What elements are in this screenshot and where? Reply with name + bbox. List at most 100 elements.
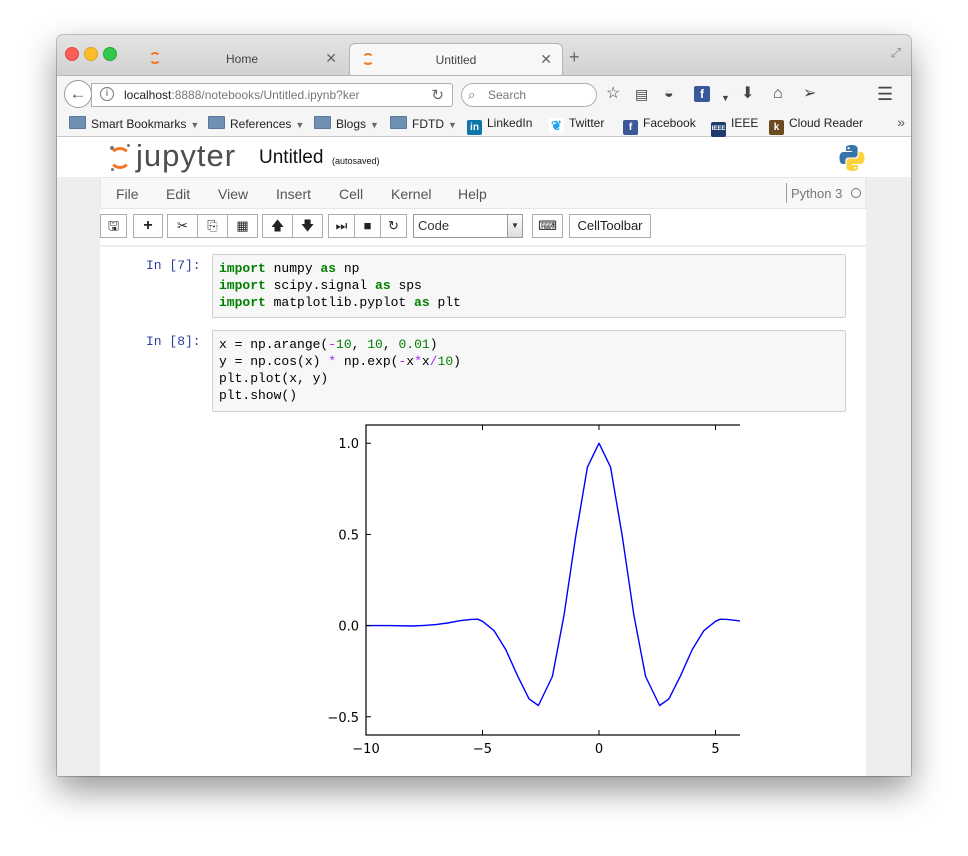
autosave-status: (autosaved) xyxy=(332,156,380,166)
x-tick-label: −10 xyxy=(352,742,379,757)
cut-button[interactable]: ✂ xyxy=(167,214,198,238)
code-line: import numpy as np xyxy=(219,261,360,276)
new-tab-button[interactable]: + xyxy=(569,48,580,66)
search-input[interactable]: ⌕ Search xyxy=(461,83,597,107)
menu-kernel[interactable]: Kernel xyxy=(391,186,431,202)
code-line: import scipy.signal as sps xyxy=(219,278,422,293)
navigation-bar: i localhost:8888/notebooks/Untitled.ipyn… xyxy=(57,75,911,112)
run-cell-button[interactable]: ⏭ xyxy=(328,214,355,238)
chevron-down-icon: ▼ xyxy=(448,120,457,130)
bookmark-linkedin[interactable]: in LinkedIn xyxy=(467,116,532,135)
keyboard-icon: ⌨ xyxy=(538,218,557,233)
tab-home[interactable]: Home ✕ xyxy=(137,43,347,75)
window-minimize-button[interactable] xyxy=(84,47,98,61)
restart-button[interactable]: ↻ xyxy=(380,214,407,238)
menu-help[interactable]: Help xyxy=(458,186,487,202)
folder-icon xyxy=(208,116,225,129)
menu-edit[interactable]: Edit xyxy=(166,186,190,202)
menu-file[interactable]: File xyxy=(116,186,139,202)
back-button[interactable]: ← xyxy=(64,80,92,108)
stop-icon: ■ xyxy=(363,218,372,233)
menu-icon[interactable]: ☰ xyxy=(877,85,893,103)
bookmark-twitter[interactable]: ❦ Twitter xyxy=(549,116,604,133)
close-tab-icon[interactable]: ✕ xyxy=(540,51,552,68)
code-line: import matplotlib.pyplot as plt xyxy=(219,295,461,310)
window-close-button[interactable] xyxy=(65,47,79,61)
menu-insert[interactable]: Insert xyxy=(276,186,311,202)
divider xyxy=(786,183,787,203)
kindle-icon: k xyxy=(769,120,784,135)
reload-icon[interactable]: ↻ xyxy=(431,86,444,104)
bookmark-label: IEEE xyxy=(731,116,759,130)
interrupt-button[interactable]: ■ xyxy=(354,214,381,238)
restart-icon: ↻ xyxy=(388,218,399,233)
pocket-icon[interactable]: ◒ xyxy=(664,85,674,103)
paste-button[interactable]: ▦ xyxy=(227,214,258,238)
scissors-icon: ✂ xyxy=(177,218,188,233)
code-line: y = np.cos(x) * np.exp(-x*x/10) xyxy=(219,354,461,369)
cell-prompt: In [8]: xyxy=(146,334,201,349)
info-icon[interactable]: i xyxy=(100,87,114,101)
reading-list-icon[interactable]: ▤ xyxy=(635,85,648,103)
url-text[interactable]: localhost:8888/notebooks/Untitled.ipynb?… xyxy=(124,88,360,102)
browser-window: Home ✕ Untitled ✕ + ⤢ i localhost:8888/n… xyxy=(57,35,911,776)
bookmark-star-icon[interactable]: ☆ xyxy=(606,85,620,103)
send-icon[interactable]: ➢ xyxy=(803,85,816,103)
bookmark-smart-bookmarks[interactable]: Smart Bookmarks ▼ xyxy=(69,116,199,131)
x-tick-label: 5 xyxy=(711,742,719,757)
insert-cell-button[interactable]: + xyxy=(133,214,163,238)
notebook-menubar: File Edit View Insert Cell Kernel Help P… xyxy=(100,177,866,209)
celltoolbar-button[interactable]: CellToolbar xyxy=(569,214,651,238)
move-up-button[interactable]: 🡅 xyxy=(262,214,293,238)
save-button[interactable]: 🖫 xyxy=(100,214,127,238)
notebook-toolbar: 🖫 + ✂ ⎘ ▦ 🡅 🡇 ⏭ ■ ↻ Code ▼ ⌨ CellToolbar xyxy=(100,209,866,245)
bookmark-label: Blogs xyxy=(336,117,367,131)
cell-type-value: Code xyxy=(418,218,450,233)
kernel-name: Python 3 xyxy=(791,186,843,201)
notebook-name[interactable]: Untitled xyxy=(259,147,323,169)
menu-view[interactable]: View xyxy=(218,186,248,202)
bookmark-fdtd[interactable]: FDTD ▼ xyxy=(390,116,457,131)
search-icon: ⌕ xyxy=(468,87,476,102)
window-zoom-button[interactable] xyxy=(103,47,117,61)
bookmark-blogs[interactable]: Blogs ▼ xyxy=(314,116,379,131)
bookmark-cloud-reader[interactable]: k Cloud Reader xyxy=(769,116,863,135)
copy-button[interactable]: ⎘ xyxy=(197,214,228,238)
url-bar[interactable]: i localhost:8888/notebooks/Untitled.ipyn… xyxy=(91,83,453,107)
save-icon: 🖫 xyxy=(107,218,120,233)
command-palette-button[interactable]: ⌨ xyxy=(532,214,563,238)
folder-icon xyxy=(314,116,331,129)
bookmark-label: Facebook xyxy=(643,116,696,130)
x-tick-label: 0 xyxy=(595,742,603,757)
chevron-down-icon: ▼ xyxy=(295,120,305,130)
logo-dot xyxy=(111,168,114,171)
code-cell-editor[interactable]: x = np.arange(-10, 10, 0.01) y = np.cos(… xyxy=(212,330,846,412)
logo-dot xyxy=(127,144,130,147)
code-line: plt.show() xyxy=(219,388,298,403)
download-icon[interactable]: ⬇ xyxy=(741,85,754,103)
facebook-share-icon[interactable]: f xyxy=(694,85,710,103)
bookmark-facebook[interactable]: f Facebook xyxy=(623,116,696,135)
bookmark-references[interactable]: References ▼ xyxy=(208,116,304,131)
tab-untitled[interactable]: Untitled ✕ xyxy=(349,43,563,76)
notebook-container: In [7]: import numpy as np import scipy.… xyxy=(100,247,866,776)
copy-icon: ⎘ xyxy=(207,218,218,233)
folder-icon xyxy=(390,116,407,129)
fullscreen-icon[interactable]: ⤢ xyxy=(891,45,901,61)
more-bookmarks-icon[interactable]: » xyxy=(897,114,905,130)
kernel-idle-indicator-icon xyxy=(851,188,861,198)
chevron-down-icon: ▼ xyxy=(507,215,522,237)
bookmark-ieee[interactable]: IEEE IEEE xyxy=(711,116,758,137)
tab-bar: Home ✕ Untitled ✕ + ⤢ xyxy=(57,35,911,76)
paste-icon: ▦ xyxy=(236,218,249,233)
linkedin-icon: in xyxy=(467,120,482,135)
home-icon[interactable]: ⌂ xyxy=(773,85,783,103)
cell-type-select[interactable]: Code ▼ xyxy=(413,214,523,238)
twitter-bird-icon: ❦ xyxy=(549,118,564,133)
menu-cell[interactable]: Cell xyxy=(339,186,363,202)
code-cell-editor[interactable]: import numpy as np import scipy.signal a… xyxy=(212,254,846,318)
move-down-button[interactable]: 🡇 xyxy=(292,214,323,238)
dropdown-arrow-icon[interactable]: ▼ xyxy=(721,89,730,107)
close-tab-icon[interactable]: ✕ xyxy=(325,50,337,67)
chevron-down-icon: ▼ xyxy=(190,120,200,130)
